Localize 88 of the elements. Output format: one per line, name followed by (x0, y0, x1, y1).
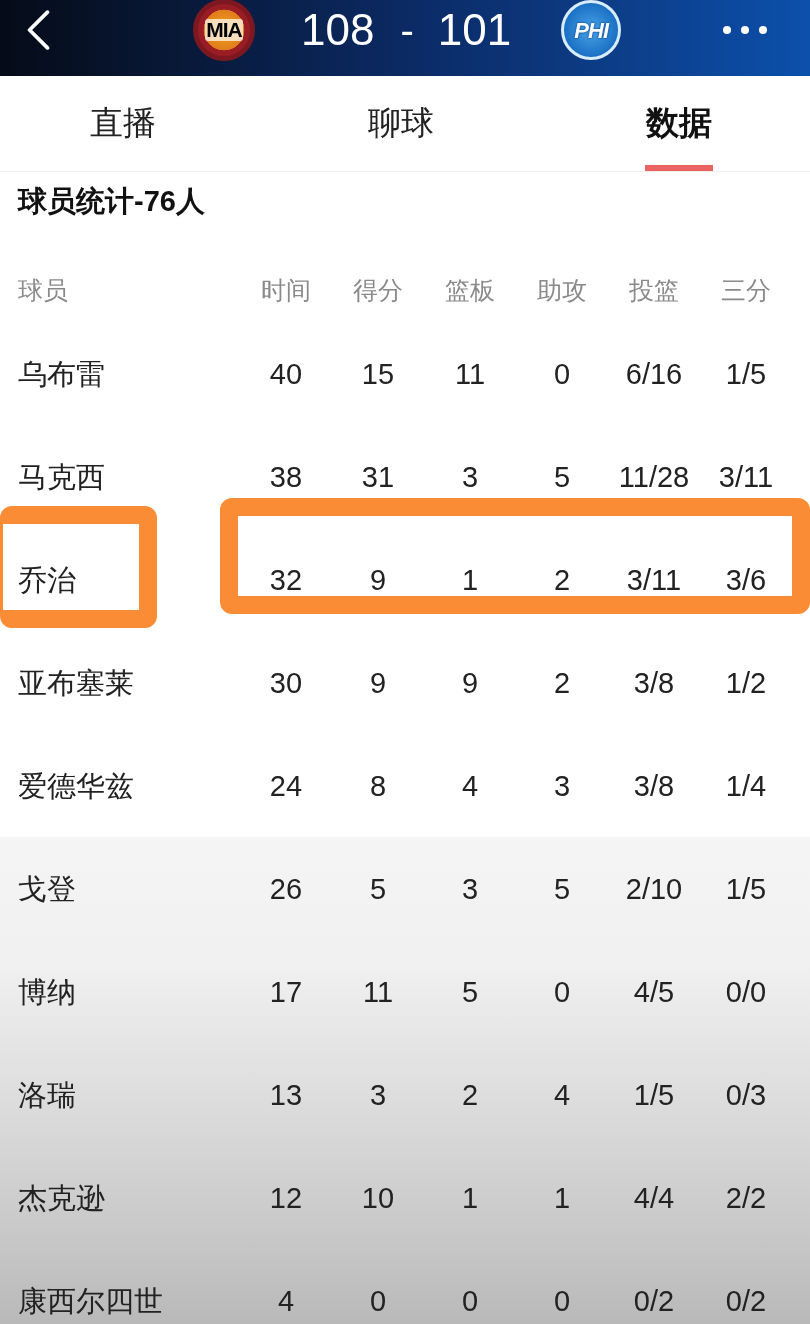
stat-cell: 13 (269, 1080, 303, 1110)
column-header: 得分 (353, 275, 403, 305)
stat-cell: 4/4 (633, 1183, 675, 1213)
stat-cell: 9 (369, 565, 387, 595)
stat-cell: 31 (361, 462, 395, 492)
player-name: 马克西 (18, 462, 105, 492)
team-code: PHI (574, 16, 608, 45)
home-score: 108 (301, 5, 375, 55)
player-name: 戈登 (18, 874, 76, 904)
stat-cell: 1/5 (725, 359, 767, 389)
stat-cell: 11 (362, 977, 394, 1007)
tab[interactable]: 直播 (53, 76, 193, 172)
score-separator: - (400, 7, 414, 54)
column-header: 三分 (721, 275, 771, 305)
stat-cell: 3/11 (626, 565, 682, 595)
stat-cell: 2 (461, 1080, 479, 1110)
stat-cell: 3/8 (633, 771, 675, 801)
stat-cell: 15 (361, 359, 395, 389)
stat-cell: 38 (269, 462, 303, 492)
player-name: 亚布塞莱 (18, 668, 134, 698)
tab[interactable]: 聊球 (331, 76, 471, 172)
stat-cell: 3 (553, 771, 571, 801)
player-name: 洛瑞 (18, 1080, 76, 1110)
stat-cell: 3/8 (633, 668, 675, 698)
stat-cell: 6/16 (625, 359, 683, 389)
stat-cell: 5 (369, 874, 387, 904)
section-title: 球员统计-76人 (18, 184, 205, 220)
stat-cell: 5 (461, 977, 479, 1007)
player-name: 博纳 (18, 977, 76, 1007)
stat-cell: 2/2 (725, 1183, 767, 1213)
stat-cell: 17 (269, 977, 303, 1007)
stat-cell: 4/5 (633, 977, 675, 1007)
stat-cell: 11 (454, 359, 486, 389)
player-name: 康西尔四世 (18, 1286, 163, 1316)
stat-cell: 1/5 (725, 874, 767, 904)
stat-cell: 4 (553, 1080, 571, 1110)
stat-cell: 0/0 (725, 977, 767, 1007)
stat-cell: 0 (461, 1286, 479, 1316)
stat-cell: 3 (461, 462, 479, 492)
stat-cell: 3 (369, 1080, 387, 1110)
tab[interactable]: 数据 (609, 76, 749, 172)
stat-cell: 1/4 (725, 771, 767, 801)
stat-cell: 1/2 (725, 668, 767, 698)
more-dots-icon (722, 25, 768, 35)
stat-cell: 1 (461, 565, 479, 595)
stat-cell: 0/3 (725, 1080, 767, 1110)
stat-cell: 10 (361, 1183, 395, 1213)
column-header: 球员 (18, 275, 68, 305)
player-name: 乌布雷 (18, 359, 105, 389)
stat-cell: 9 (461, 668, 479, 698)
stat-cell: 26 (269, 874, 303, 904)
stat-cell: 0/2 (725, 1286, 767, 1316)
stat-cell: 3/11 (718, 462, 774, 492)
column-header: 投篮 (629, 275, 679, 305)
stat-cell: 12 (269, 1183, 303, 1213)
stat-cell: 0 (369, 1286, 387, 1316)
player-name: 爱德华兹 (18, 771, 134, 801)
column-header: 时间 (261, 275, 311, 305)
stat-cell: 40 (269, 359, 303, 389)
back-chevron-icon (25, 10, 51, 50)
stat-cell: 2 (553, 668, 571, 698)
stat-cell: 0 (553, 977, 571, 1007)
stat-cell: 4 (461, 771, 479, 801)
stat-cell: 32 (269, 565, 303, 595)
stat-cell: 2 (553, 565, 571, 595)
stat-cell: 4 (277, 1286, 295, 1316)
stat-cell: 0 (553, 359, 571, 389)
team-code: MIA (205, 19, 243, 41)
away-score: 101 (437, 5, 512, 55)
stat-cell: 5 (553, 462, 571, 492)
stat-cell: 3 (461, 874, 479, 904)
stat-cell: 9 (369, 668, 387, 698)
player-name: 乔治 (18, 565, 76, 595)
stat-cell: 1 (553, 1183, 571, 1213)
column-header: 篮板 (445, 275, 495, 305)
stat-cell: 1 (461, 1183, 479, 1213)
stat-cell: 11/28 (618, 462, 690, 492)
stat-cell: 0 (553, 1286, 571, 1316)
stat-cell: 30 (269, 668, 303, 698)
stat-cell: 2/10 (625, 874, 683, 904)
stat-cell: 3/6 (725, 565, 767, 595)
stat-cell: 24 (269, 771, 303, 801)
column-header: 助攻 (537, 275, 587, 305)
stat-cell: 0/2 (633, 1286, 675, 1316)
player-name: 杰克逊 (18, 1183, 105, 1213)
stat-cell: 8 (369, 771, 387, 801)
stat-cell: 1/5 (633, 1080, 675, 1110)
stat-cell: 5 (553, 874, 571, 904)
